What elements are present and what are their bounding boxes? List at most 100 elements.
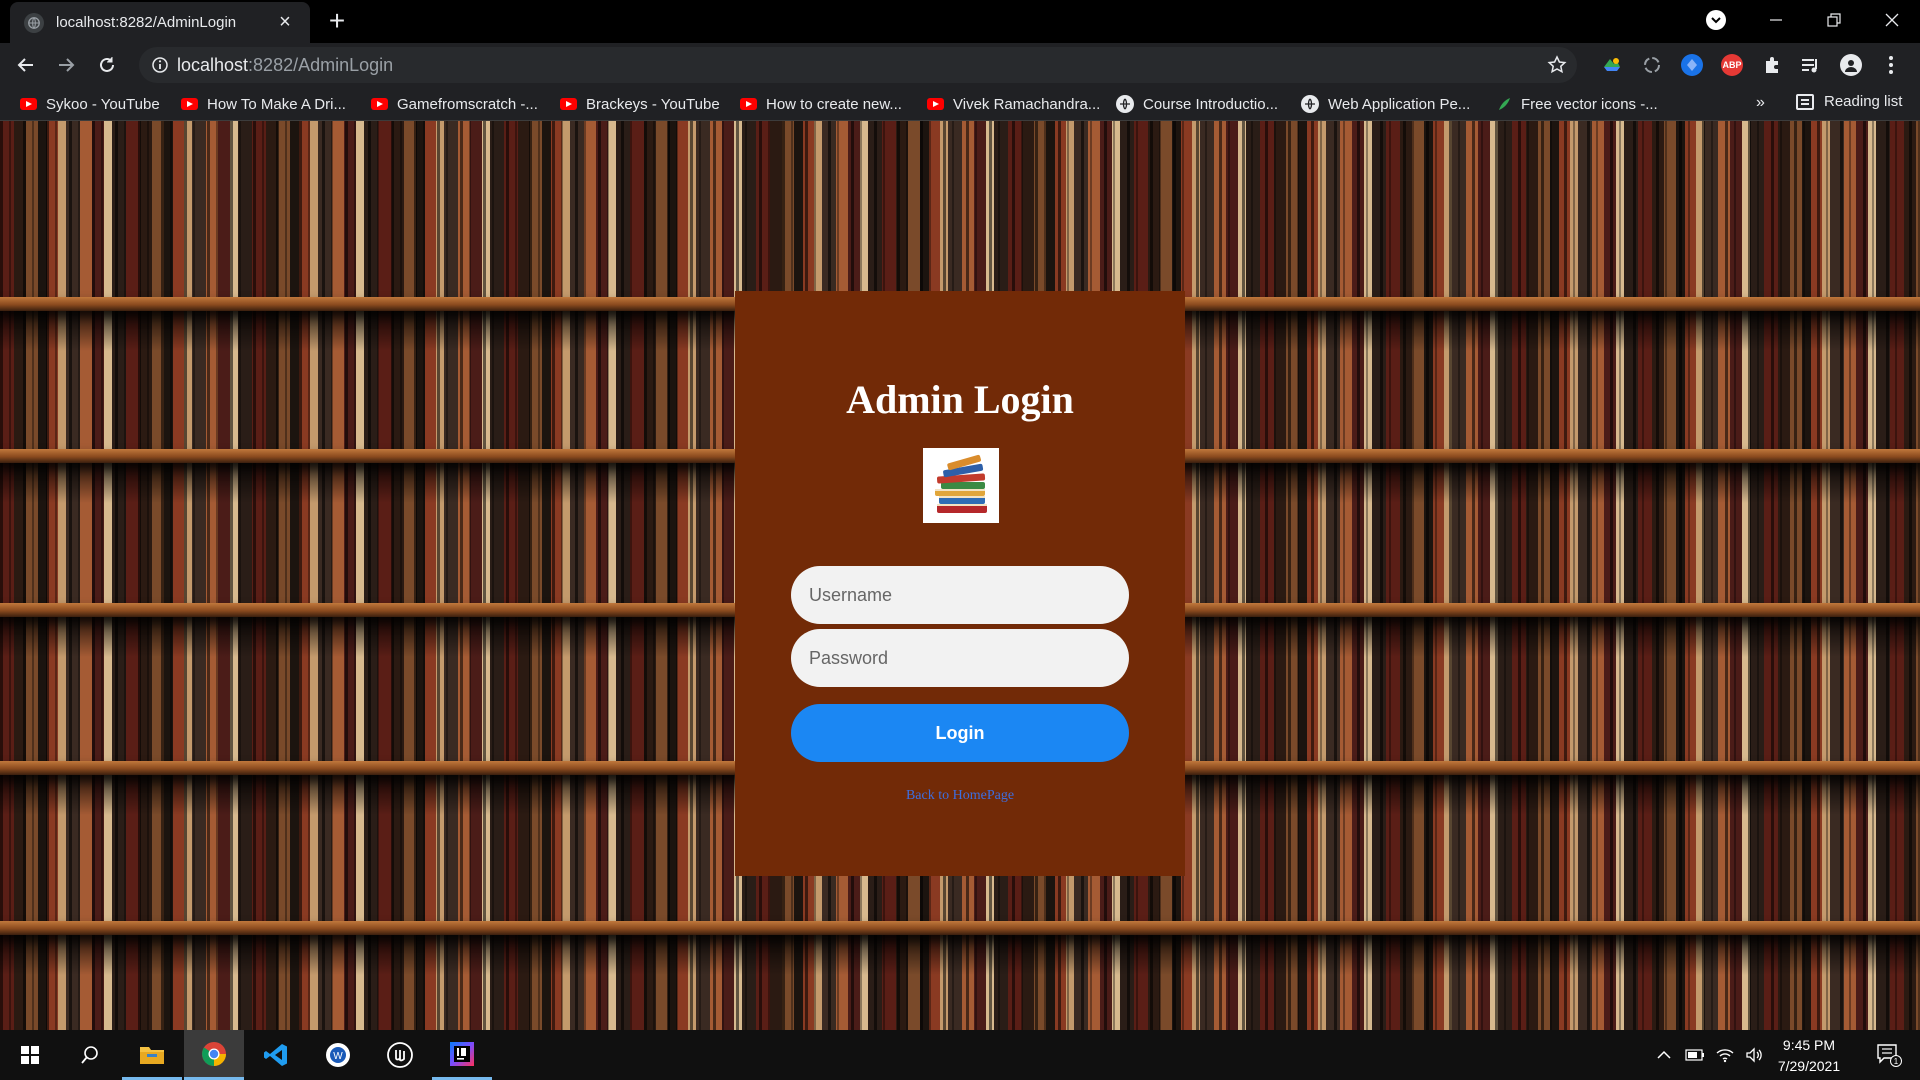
minimize-button[interactable] [1748, 0, 1804, 40]
arrow-left-icon [17, 58, 33, 72]
globe-icon [1301, 95, 1319, 113]
tab-search-icon[interactable] [1706, 10, 1726, 30]
bookmarks-bar: Sykoo - YouTube How To Make A Dri... Gam… [0, 86, 1920, 121]
bookmark-item[interactable]: Sykoo - YouTube [20, 93, 160, 115]
app-taskbar-button[interactable]: W [308, 1030, 368, 1080]
profile-avatar-icon[interactable] [1840, 54, 1862, 76]
info-icon[interactable] [151, 56, 169, 74]
youtube-icon [927, 98, 944, 110]
shelf-shadow [0, 935, 1920, 975]
svg-text:W: W [333, 1051, 343, 1062]
youtube-icon [20, 98, 37, 110]
bookmark-label: Web Application Pe... [1328, 95, 1471, 113]
bookmark-item[interactable]: Course Introductio... [1116, 93, 1278, 115]
browser-tab[interactable]: localhost:8282/AdminLogin × [10, 2, 310, 43]
extensions-puzzle-icon[interactable] [1761, 54, 1783, 76]
page-background: Admin Login Login Back to HomePage [0, 121, 1920, 1030]
new-tab-button[interactable]: + [322, 6, 352, 36]
reading-list-icon [1796, 93, 1814, 110]
bookmark-item[interactable]: How to create new... [740, 93, 902, 115]
username-input[interactable] [791, 566, 1129, 624]
reload-button[interactable] [91, 49, 123, 81]
url-text: localhost:8282/AdminLogin [177, 55, 393, 76]
show-hidden-icons-button[interactable] [1652, 1030, 1676, 1080]
bookmark-item[interactable]: How To Make A Dri... [181, 93, 346, 115]
speaker-icon [1746, 1047, 1762, 1063]
bookmark-item[interactable]: Brackeys - YouTube [560, 93, 720, 115]
address-bar[interactable]: localhost:8282/AdminLogin [139, 47, 1577, 83]
bookmark-label: Free vector icons -... [1521, 95, 1658, 113]
wifi-icon [1716, 1049, 1734, 1063]
bookmark-label: How To Make A Dri... [207, 95, 346, 113]
extension-google-icon[interactable] [1601, 54, 1623, 76]
extension-blue-icon[interactable] [1681, 54, 1703, 76]
password-input[interactable] [791, 629, 1129, 687]
youtube-icon [740, 98, 757, 110]
wifi-button[interactable] [1712, 1030, 1738, 1080]
clock-time: 9:45 PM [1782, 1037, 1836, 1053]
bookmark-item[interactable]: Web Application Pe... [1301, 93, 1470, 115]
back-to-homepage-link[interactable]: Back to HomePage [735, 788, 1185, 804]
battery-button[interactable] [1682, 1030, 1708, 1080]
forward-button[interactable] [50, 49, 82, 81]
chrome-icon [202, 1041, 226, 1066]
clock-date: 7/29/2021 [1777, 1058, 1841, 1074]
notification-icon: 1 [1877, 1044, 1902, 1067]
media-queue-icon[interactable] [1799, 54, 1821, 76]
login-title: Admin Login [846, 377, 1074, 422]
bookmark-label: Course Introductio... [1143, 95, 1279, 113]
windows-taskbar: W 9:45 PM 7/29/2021 1 [0, 1030, 1920, 1080]
url-path: :8282/AdminLogin [248, 55, 394, 75]
folder-icon [140, 1046, 164, 1064]
unreal-engine-taskbar-button[interactable] [370, 1030, 430, 1080]
books-stack-image [923, 448, 999, 523]
bookmark-star-icon[interactable] [1547, 55, 1567, 75]
chevron-up-icon [1657, 1050, 1671, 1059]
intellij-icon [450, 1041, 474, 1066]
bookmark-item[interactable]: Free vector icons -... [1496, 93, 1658, 115]
adblock-plus-icon[interactable]: ABP [1721, 54, 1743, 76]
url-host: localhost [177, 55, 249, 75]
bookmark-item[interactable]: Gamefromscratch -... [371, 93, 538, 115]
unreal-engine-icon [387, 1042, 413, 1068]
bookmarks-overflow-button[interactable]: » [1756, 94, 1765, 112]
volume-button[interactable] [1742, 1030, 1766, 1080]
menu-kebab-icon[interactable] [1880, 54, 1902, 76]
action-center-button[interactable]: 1 [1864, 1030, 1914, 1080]
globe-icon [1116, 95, 1134, 113]
back-button[interactable] [10, 49, 42, 81]
browser-title-bar: localhost:8282/AdminLogin × + [0, 0, 1920, 43]
bookmark-item[interactable]: Vivek Ramachandra... [927, 93, 1100, 115]
youtube-icon [560, 98, 577, 110]
bookmark-label: Brackeys - YouTube [586, 95, 720, 113]
intellij-taskbar-button[interactable] [432, 1030, 492, 1080]
reading-list-label: Reading list [1824, 93, 1903, 110]
extension-sync-icon[interactable] [1641, 54, 1663, 76]
vscode-icon [264, 1044, 287, 1066]
tab-title: localhost:8282/AdminLogin [56, 14, 237, 31]
reload-icon [100, 57, 114, 72]
bookmark-label: Sykoo - YouTube [46, 95, 160, 113]
start-button[interactable] [0, 1030, 60, 1080]
close-tab-icon[interactable]: × [274, 11, 296, 34]
restore-button[interactable] [1806, 0, 1862, 40]
search-button[interactable] [60, 1030, 120, 1080]
youtube-icon [181, 98, 198, 110]
system-clock[interactable]: 9:45 PM 7/29/2021 [1764, 1035, 1854, 1077]
bookmark-label: Gamefromscratch -... [397, 95, 538, 113]
browser-toolbar: localhost:8282/AdminLogin ABP [0, 43, 1920, 86]
bookmark-label: Vivek Ramachandra... [953, 95, 1101, 113]
windows-logo-icon [21, 1046, 39, 1064]
login-button[interactable]: Login [791, 704, 1129, 762]
battery-icon [1685, 1049, 1704, 1061]
file-explorer-button[interactable] [122, 1030, 182, 1080]
close-window-button[interactable] [1864, 0, 1920, 40]
books-icon [935, 454, 987, 513]
reading-list-button[interactable]: Reading list [1796, 93, 1902, 110]
app-circle-icon: W [326, 1043, 350, 1067]
youtube-icon [371, 98, 388, 110]
vscode-taskbar-button[interactable] [246, 1030, 306, 1080]
chrome-taskbar-button[interactable] [184, 1030, 244, 1080]
bookmark-label: How to create new... [766, 95, 902, 113]
leaf-icon [1499, 98, 1510, 110]
